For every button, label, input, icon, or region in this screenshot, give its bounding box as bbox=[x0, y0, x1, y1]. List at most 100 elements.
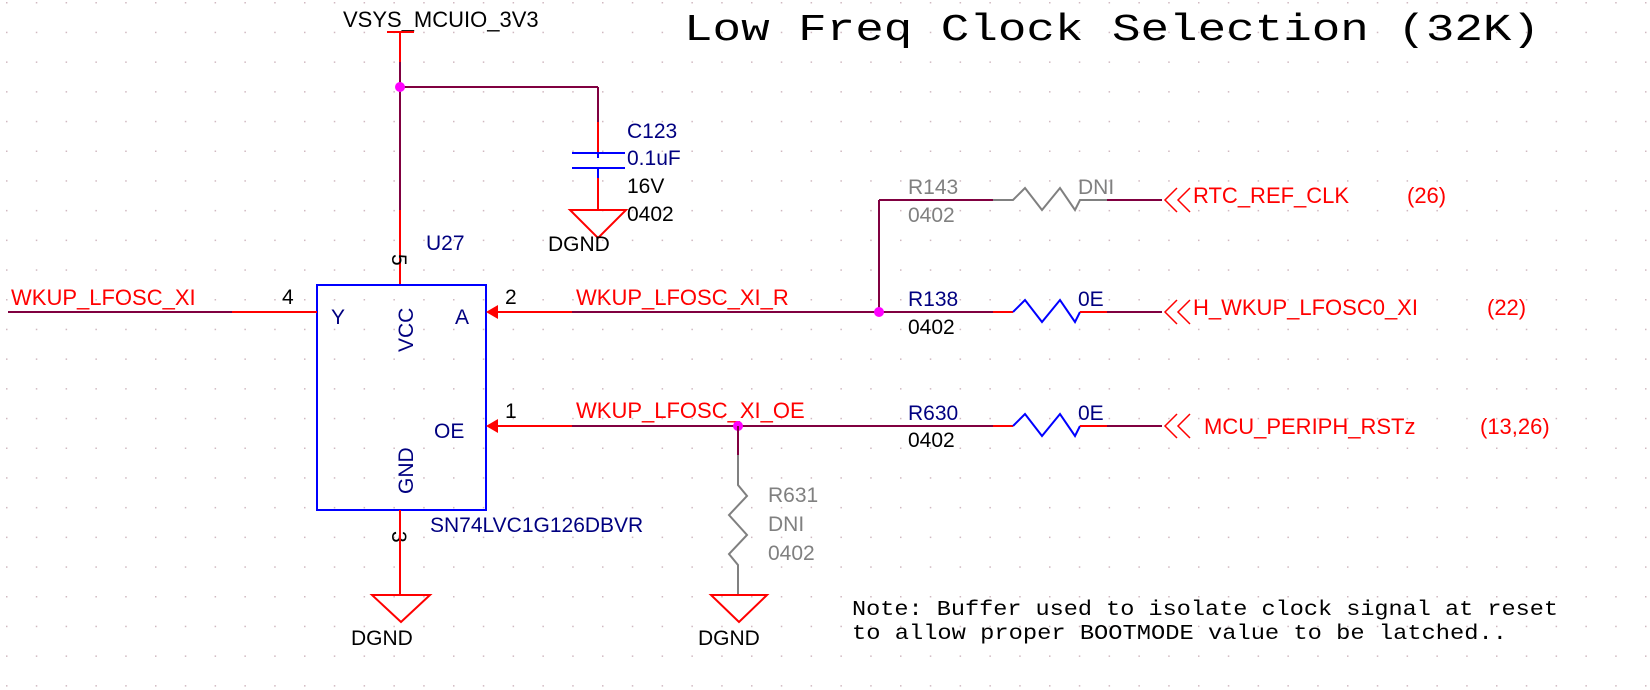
grid-dot bbox=[1078, 91, 1081, 93]
port-rtc-ref-clk[interactable]: RTC_REF_CLK (26) bbox=[1163, 183, 1446, 213]
grid-dot bbox=[721, 447, 723, 449]
grid-dot bbox=[691, 239, 693, 242]
grid-dot bbox=[1376, 655, 1379, 657]
grid-dot bbox=[840, 239, 842, 242]
grid-dot bbox=[393, 180, 395, 182]
grid-dot bbox=[65, 566, 68, 568]
grid-dot bbox=[780, 447, 783, 449]
grid-dot bbox=[95, 2, 97, 4]
grid-dot bbox=[1227, 596, 1230, 598]
grid-dot bbox=[1525, 685, 1528, 687]
grid-dot bbox=[244, 61, 246, 63]
grid-dot bbox=[1406, 328, 1409, 331]
grid-dot bbox=[900, 2, 902, 4]
grid-dot bbox=[1555, 91, 1558, 93]
grid-dot bbox=[1436, 655, 1438, 657]
pin-oe-arrow-icon bbox=[486, 419, 498, 433]
grid-dot bbox=[274, 477, 276, 479]
grid-dot bbox=[304, 685, 306, 687]
grid-dot bbox=[1227, 180, 1230, 182]
grid-dot bbox=[1198, 477, 1200, 479]
port-h-wkup-lfosc0-xi[interactable]: H_WKUP_LFOSC0_XI (22) bbox=[1163, 295, 1526, 325]
grid-dot bbox=[274, 447, 276, 449]
grid-dot bbox=[244, 269, 246, 271]
resistor-r631[interactable]: R631 DNI 0402 bbox=[727, 455, 818, 595]
grid-dot bbox=[184, 61, 187, 63]
grid-dot bbox=[572, 120, 574, 123]
c123-voltage: 16V bbox=[627, 175, 664, 198]
port-sheet-ref[interactable]: (13,26) bbox=[1480, 414, 1550, 439]
grid-dot bbox=[661, 536, 664, 539]
grid-dot bbox=[572, 61, 574, 63]
grid-dot bbox=[840, 388, 842, 390]
grid-dot bbox=[751, 2, 753, 4]
grid-dot bbox=[959, 120, 962, 123]
grid-dot bbox=[721, 91, 723, 93]
grid-dot bbox=[1138, 299, 1140, 301]
grid-dot bbox=[423, 655, 425, 657]
grid-dot bbox=[244, 417, 246, 420]
grid-dot bbox=[214, 2, 217, 4]
grid-dot bbox=[6, 180, 8, 182]
ic-u27[interactable]: U27 SN74LVC1G126DBVR Y A OE VCC GND 4 2 … bbox=[282, 232, 643, 543]
grid-dot bbox=[512, 328, 515, 331]
net-label-wkup-lfosc-xi[interactable]: WKUP_LFOSC_XI bbox=[11, 285, 196, 310]
grid-dot bbox=[1287, 566, 1289, 568]
grid-dot bbox=[929, 358, 932, 360]
resistor-zigzag bbox=[1012, 298, 1081, 324]
grid-dot bbox=[184, 596, 187, 598]
grid-dot bbox=[482, 239, 485, 242]
grid-dot bbox=[1317, 2, 1319, 4]
grid-dot bbox=[542, 2, 544, 4]
grid-dot bbox=[423, 150, 425, 152]
resistor-r138[interactable]: R138 0402 0E bbox=[908, 288, 1107, 339]
grid-dot bbox=[542, 685, 544, 687]
grid-dot bbox=[393, 358, 395, 360]
grid-dot bbox=[1078, 328, 1081, 331]
grid-dot bbox=[1287, 685, 1289, 687]
grid-dot bbox=[1257, 655, 1260, 657]
grid-dot bbox=[304, 180, 306, 182]
grid-dot bbox=[602, 358, 604, 360]
grid-dot bbox=[1496, 61, 1498, 63]
grid-dot bbox=[1436, 61, 1438, 63]
grid-dot bbox=[929, 477, 932, 479]
resistor-r143[interactable]: R143 0402 DNI bbox=[908, 176, 1114, 227]
grid-dot bbox=[214, 477, 217, 479]
grid-dot bbox=[1227, 506, 1230, 509]
grid-dot bbox=[661, 61, 664, 63]
grid-dot bbox=[780, 239, 783, 242]
grid-dot bbox=[35, 655, 38, 657]
grid-dot bbox=[1406, 209, 1409, 212]
grid-dot bbox=[6, 536, 8, 539]
grid-dot bbox=[1317, 506, 1319, 509]
grid-dot bbox=[1049, 91, 1051, 93]
grid-dot bbox=[631, 31, 634, 34]
grid-dot bbox=[900, 61, 902, 63]
grid-dot bbox=[482, 150, 485, 152]
grid-dot bbox=[1317, 447, 1319, 449]
grid-dot bbox=[35, 31, 38, 34]
grid-dot bbox=[661, 31, 664, 34]
grid-dot bbox=[870, 180, 872, 182]
grid-dot bbox=[840, 596, 842, 598]
grid-dot bbox=[512, 477, 515, 479]
grid-dot bbox=[1645, 477, 1647, 479]
grid-dot bbox=[989, 61, 991, 63]
net-label-wkup-lfosc-xi-oe[interactable]: WKUP_LFOSC_XI_OE bbox=[576, 398, 805, 423]
grid-dot bbox=[214, 685, 217, 687]
pin-name-y: Y bbox=[331, 306, 345, 329]
grid-dot bbox=[1019, 120, 1021, 123]
net-label-wkup-lfosc-xi-r[interactable]: WKUP_LFOSC_XI_R bbox=[576, 285, 789, 310]
port-sheet-ref[interactable]: (22) bbox=[1487, 295, 1526, 320]
grid-dot bbox=[95, 685, 97, 687]
grid-dot bbox=[333, 596, 336, 598]
grid-dot bbox=[1347, 180, 1349, 182]
port-sheet-ref[interactable]: (26) bbox=[1407, 183, 1446, 208]
grid-dot bbox=[1376, 506, 1379, 509]
grid-dot bbox=[304, 447, 306, 449]
grid-dot bbox=[423, 417, 425, 420]
grid-dot bbox=[482, 447, 485, 449]
grid-dot bbox=[184, 150, 187, 152]
port-mcu-periph-rstz[interactable]: MCU_PERIPH_RSTz (13,26) bbox=[1163, 413, 1550, 439]
